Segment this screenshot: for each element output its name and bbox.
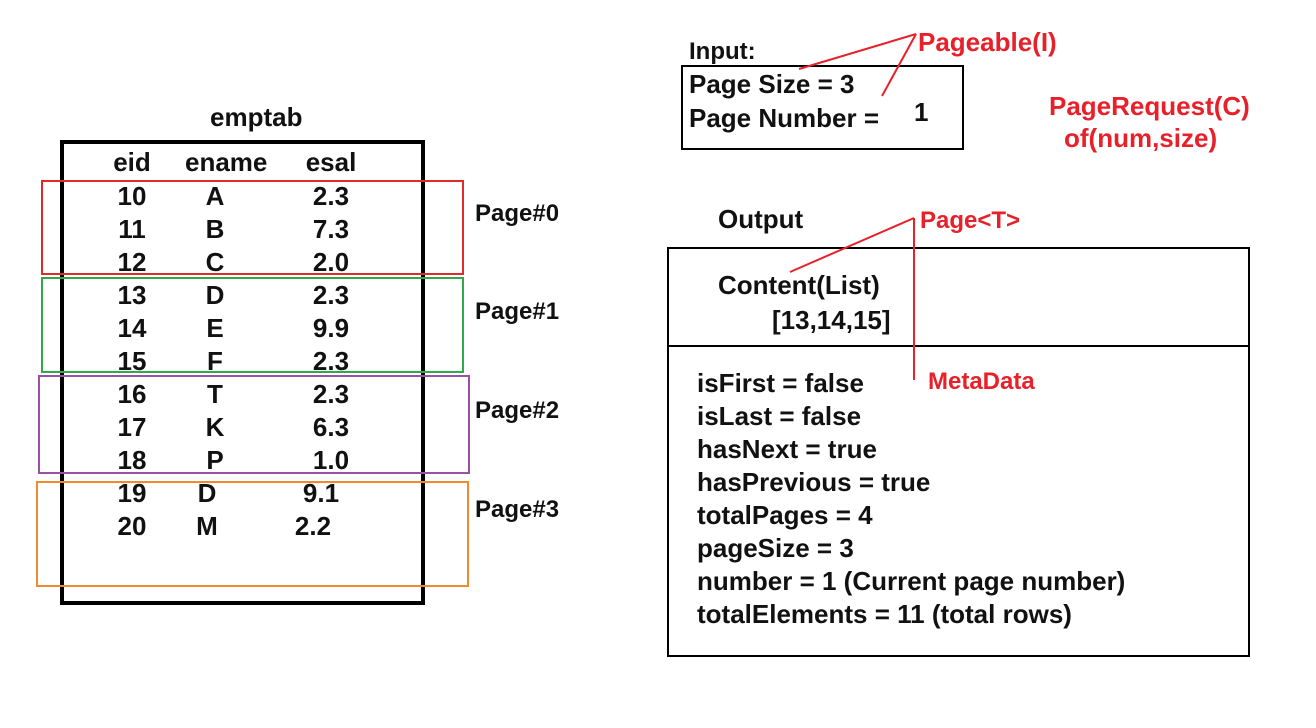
content-label: Content(List) (718, 270, 880, 300)
metadata-line: hasNext = true (697, 434, 877, 464)
metadata-annotation: MetaData (928, 368, 1035, 395)
page-0-label: Page#0 (475, 200, 560, 227)
metadata-line: totalElements = 11 (total rows) (697, 599, 1072, 629)
page-0-box (41, 180, 464, 275)
metadata-line: hasPrevious = true (697, 467, 931, 497)
input-heading: Input: (689, 38, 756, 65)
page-number-line: Page Number = (689, 103, 880, 133)
table-title: emptab (210, 102, 303, 132)
metadata-line: totalPages = 4 (697, 500, 873, 530)
page-1-label: Page#1 (475, 298, 560, 325)
metadata-line: number = 1 (Current page number) (697, 566, 1126, 596)
metadata-line: isFirst = false (697, 368, 864, 398)
header-ename: ename (185, 147, 268, 177)
header-esal: esal (305, 147, 357, 177)
output-divider (667, 345, 1250, 347)
page-3-box (36, 481, 469, 587)
page-t-annotation: Page<T> (920, 207, 1021, 234)
content-value: [13,14,15] (772, 305, 891, 335)
header-eid: eid (113, 147, 151, 177)
page-2-label: Page#2 (475, 397, 560, 424)
metadata-line: isLast = false (697, 401, 862, 431)
page-size-line: Page Size = 3 (689, 69, 855, 99)
page-1-box (41, 277, 464, 373)
page-3-label: Page#3 (475, 496, 560, 523)
table-header-row: eid ename esal (0, 146, 430, 179)
metadata-line: pageSize = 3 (697, 533, 854, 563)
page-request-annotation: PageRequest(C) (1049, 91, 1250, 121)
page-request-of-annotation: of(num,size) (1064, 123, 1218, 153)
page-number-value: 1 (914, 97, 929, 127)
pageable-line-to-page-size (798, 33, 917, 70)
pageable-annotation: Pageable(I) (918, 27, 1057, 57)
page-2-box (38, 375, 470, 474)
output-heading: Output (718, 204, 804, 234)
